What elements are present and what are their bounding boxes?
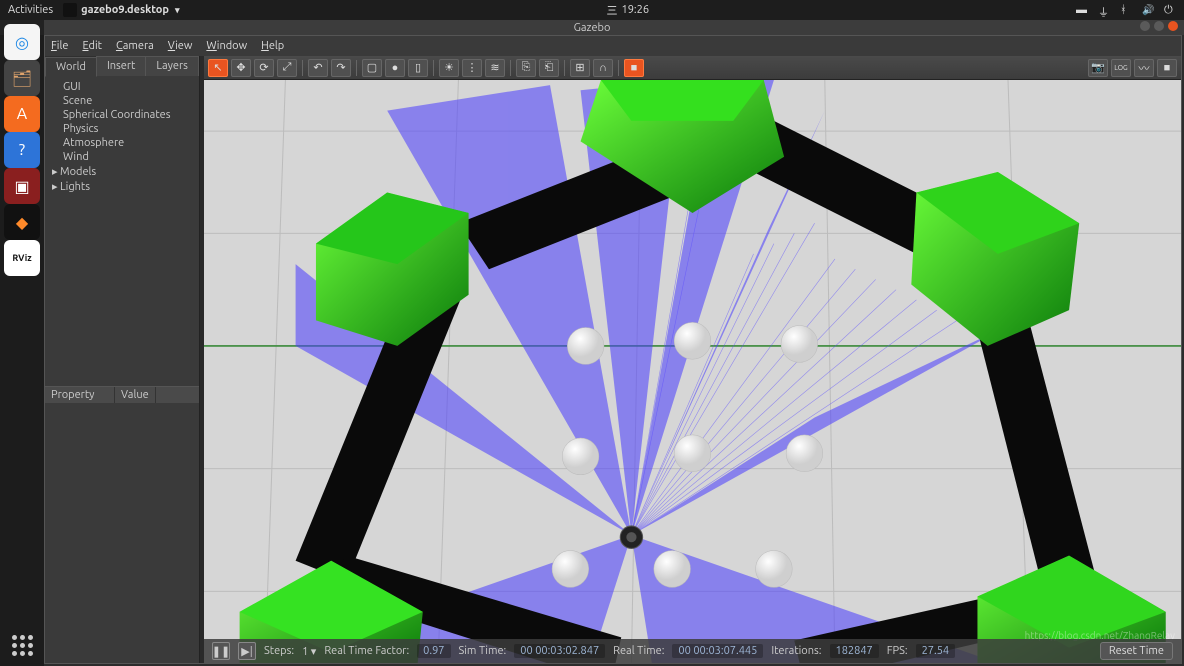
spot-tool[interactable]: ≋ [485, 59, 505, 77]
pause-button[interactable]: ❚❚ [212, 642, 230, 660]
show-applications-button[interactable] [0, 635, 44, 656]
select-tool[interactable]: ↖ [208, 59, 228, 77]
tree-scene[interactable]: Scene [51, 94, 193, 108]
dock-help[interactable]: ? [4, 132, 40, 168]
realtime-value: 00 00:03:07.445 [672, 644, 763, 658]
undo-tool[interactable]: ↶ [308, 59, 328, 77]
rotate-tool[interactable]: ⟳ [254, 59, 274, 77]
menu-camera[interactable]: Camera [116, 40, 154, 52]
simtime-value: 00 00:03:02.847 [514, 644, 605, 658]
copy-tool[interactable]: ⎘ [516, 59, 536, 77]
snap-tool[interactable]: ⊞ [570, 59, 590, 77]
panel-tabs: WorldInsertLayers [45, 56, 199, 76]
dock-rviz[interactable]: RViz [4, 240, 40, 276]
scale-tool[interactable]: ⤢ [277, 59, 297, 77]
steps-value[interactable]: 1 ▾ [302, 645, 316, 658]
window-titlebar: Gazebo [0, 20, 1184, 35]
video-tool[interactable]: ■ [1157, 59, 1177, 77]
realtime-label: Real Time: [613, 645, 664, 657]
tab-layers[interactable]: Layers [145, 56, 199, 76]
power-icon[interactable] [1164, 4, 1176, 16]
value-column-header: Value [115, 387, 156, 403]
plot-tool[interactable]: 〰 [1134, 59, 1154, 77]
sound-icon[interactable] [1142, 4, 1154, 16]
dock-files[interactable]: 🗂 [4, 60, 40, 96]
tree-physics[interactable]: Physics [51, 122, 193, 136]
record-tool[interactable]: ■ [624, 59, 644, 77]
cylinder-tool[interactable]: ▯ [408, 59, 428, 77]
magnet-tool[interactable]: ∩ [593, 59, 613, 77]
simtime-label: Sim Time: [459, 645, 507, 657]
menu-bar: File Edit Camera View Window Help [45, 36, 1181, 56]
3d-viewport[interactable]: https://blog.csdn.net/ZhangRelay [204, 80, 1181, 663]
activities-button[interactable]: Activities [8, 4, 53, 16]
step-button[interactable]: ▶| [238, 642, 256, 660]
dock-software[interactable]: A [4, 96, 40, 132]
redo-tool[interactable]: ↷ [331, 59, 351, 77]
iterations-value: 182847 [830, 644, 879, 658]
toolbar: ↖✥⟳⤢↶↷▢●▯☀⋮≋⎘⎗⊞∩■ 📷LOG〰■ [204, 56, 1181, 80]
box-tool[interactable]: ▢ [362, 59, 382, 77]
world-panel: WorldInsertLayers GUISceneSpherical Coor… [45, 56, 200, 663]
current-app-indicator[interactable]: gazebo9.desktop [63, 3, 179, 17]
property-column-header: Property [45, 387, 115, 403]
rtf-value: 0.97 [417, 644, 450, 658]
tab-insert[interactable]: Insert [96, 56, 146, 76]
tree-lights[interactable]: Lights [51, 179, 193, 194]
tree-atmosphere[interactable]: Atmosphere [51, 136, 193, 150]
log-tool[interactable]: LOG [1111, 59, 1131, 77]
ubuntu-dock: ◎🗂A?▣◆RViz [0, 20, 44, 666]
menu-file[interactable]: File [51, 40, 68, 52]
dock-gazebo[interactable]: ◆ [4, 204, 40, 240]
bulb-tool[interactable]: ⋮ [462, 59, 482, 77]
network-icon[interactable] [1098, 4, 1110, 16]
paste-tool[interactable]: ⎗ [539, 59, 559, 77]
close-button[interactable] [1168, 21, 1178, 31]
bluetooth-icon[interactable] [1120, 4, 1132, 16]
sun-tool[interactable]: ☀ [439, 59, 459, 77]
ubuntu-panel: Activities gazebo9.desktop 三 19:26 [0, 0, 1184, 20]
rtf-label: Real Time Factor: [324, 645, 409, 657]
fps-label: FPS: [887, 645, 908, 657]
fps-value: 27.54 [916, 644, 956, 658]
tree-gui[interactable]: GUI [51, 80, 193, 94]
maximize-button[interactable] [1154, 21, 1164, 31]
steps-label: Steps: [264, 645, 294, 657]
reset-time-button[interactable]: Reset Time [1100, 642, 1173, 660]
menu-edit[interactable]: Edit [82, 40, 102, 52]
tab-world[interactable]: World [45, 57, 97, 77]
window-title: Gazebo [574, 22, 611, 34]
keyboard-indicator[interactable]: 三 [607, 2, 618, 18]
sim-status-bar: ❚❚ ▶| Steps: 1 ▾ Real Time Factor: 0.97 … [204, 639, 1181, 663]
gazebo-icon [63, 3, 77, 17]
clock[interactable]: 19:26 [622, 4, 650, 16]
camera-tool[interactable]: 📷 [1088, 59, 1108, 77]
property-grid: Property Value [45, 386, 199, 663]
menu-window[interactable]: Window [206, 40, 247, 52]
battery-icon[interactable] [1076, 4, 1088, 16]
iterations-label: Iterations: [771, 645, 821, 657]
minimize-button[interactable] [1140, 21, 1150, 31]
tree-wind[interactable]: Wind [51, 150, 193, 164]
world-tree[interactable]: GUISceneSpherical CoordinatesPhysicsAtmo… [45, 76, 199, 386]
menu-help[interactable]: Help [261, 40, 284, 52]
menu-view[interactable]: View [168, 40, 193, 52]
dock-screenshot[interactable]: ▣ [4, 168, 40, 204]
gazebo-window: File Edit Camera View Window Help WorldInsert… [44, 35, 1182, 664]
tree-models[interactable]: Models [51, 164, 193, 179]
translate-tool[interactable]: ✥ [231, 59, 251, 77]
sphere-tool[interactable]: ● [385, 59, 405, 77]
tree-spherical-coordinates[interactable]: Spherical Coordinates [51, 108, 193, 122]
dock-chromium[interactable]: ◎ [4, 24, 40, 60]
